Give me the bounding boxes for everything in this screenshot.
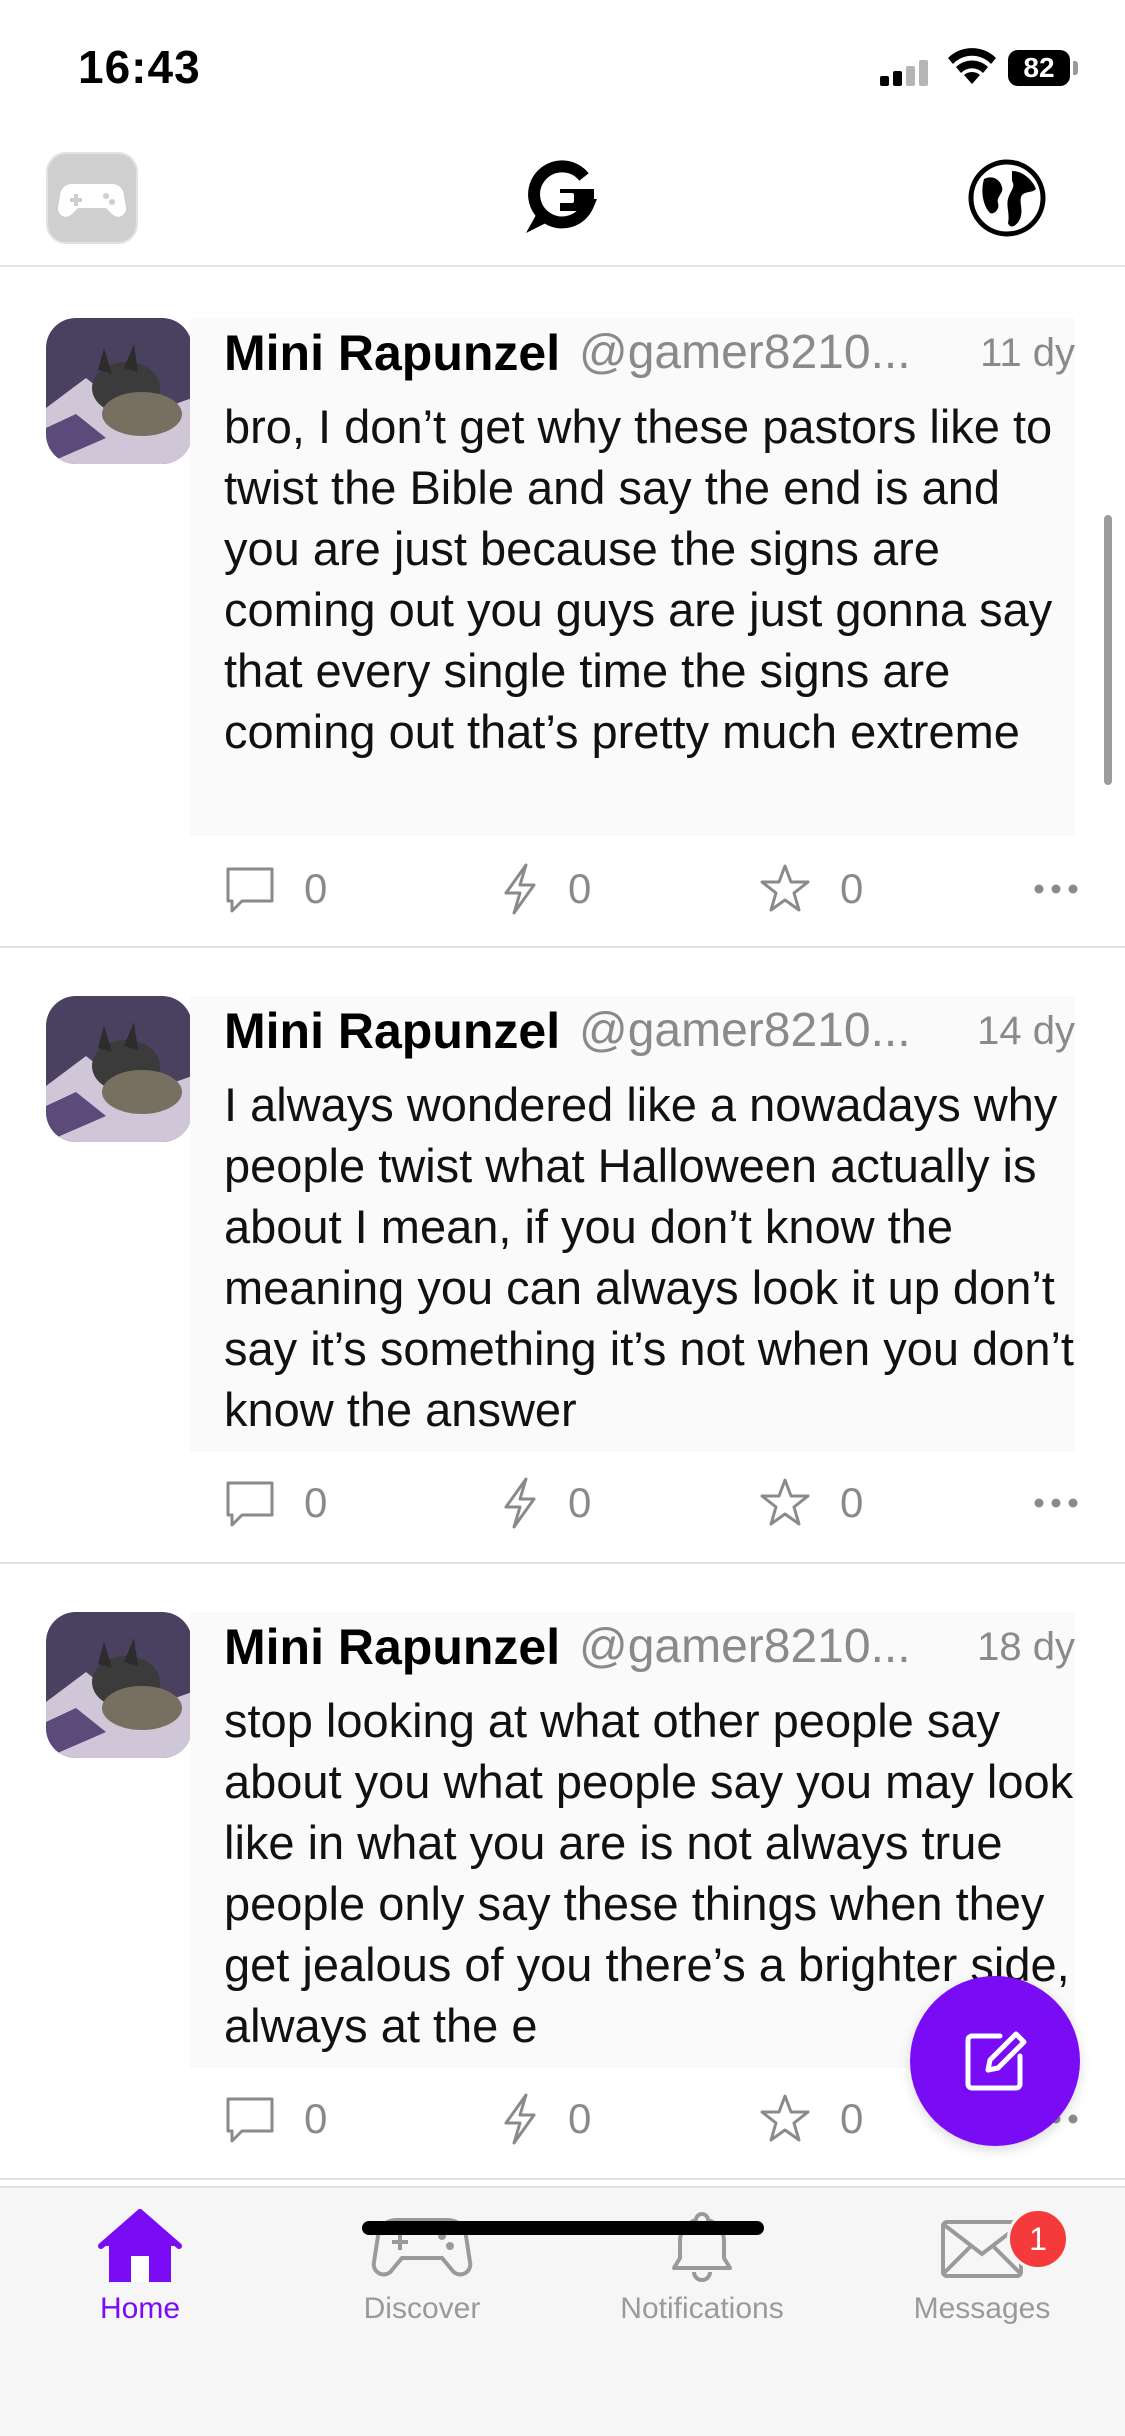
lightning-icon — [504, 863, 536, 915]
home-icon — [98, 2209, 182, 2282]
avatar[interactable] — [46, 1612, 192, 1758]
reply-icon — [226, 1481, 274, 1527]
tab-label: Home — [99, 2292, 181, 2325]
star-icon — [760, 864, 810, 912]
reply-button[interactable]: 0 — [224, 854, 327, 924]
post-timestamp: 14 dy — [977, 1009, 1075, 1053]
boost-button[interactable]: 0 — [500, 2084, 591, 2154]
avatar[interactable] — [46, 318, 192, 464]
post-body[interactable]: Mini Rapunzel @gamer8210... 11 dy bro, I… — [190, 318, 1075, 836]
avatar-image — [46, 996, 192, 1142]
tab-home[interactable]: Home — [30, 2208, 250, 2338]
game-controller-icon — [57, 184, 127, 217]
reply-count: 0 — [304, 1479, 328, 1526]
more-icon — [1034, 884, 1078, 894]
author-handle: @gamer8210... — [579, 1620, 911, 1673]
tab-messages[interactable]: Messages 1 — [872, 2208, 1092, 2338]
post-header: Mini Rapunzel @gamer8210... 11 dy — [224, 318, 1075, 388]
author-name[interactable]: Mini Rapunzel — [224, 1612, 560, 1682]
favorite-button[interactable]: 0 — [758, 2084, 863, 2154]
game-controller-button[interactable] — [46, 152, 138, 244]
app-logo — [526, 160, 597, 233]
status-bar: 16:43 82 — [0, 0, 1125, 135]
globe-icon[interactable] — [966, 157, 1048, 239]
more-icon — [1034, 1498, 1078, 1508]
star-icon — [760, 2094, 810, 2142]
tab-label: Discover — [363, 2292, 481, 2325]
post-text: bro, I don’t get why these pastors like … — [224, 400, 1053, 758]
bell-icon — [672, 2212, 732, 2282]
status-time: 16:43 — [78, 41, 201, 93]
boost-count: 0 — [568, 865, 592, 912]
home-indicator — [362, 2221, 764, 2235]
compose-icon — [965, 2031, 1027, 2091]
author-name[interactable]: Mini Rapunzel — [224, 318, 560, 388]
avatar-image — [46, 1612, 192, 1758]
favorite-count: 0 — [840, 2095, 864, 2142]
lightning-icon — [504, 2093, 536, 2145]
reply-icon — [226, 2097, 274, 2143]
post-body[interactable]: Mini Rapunzel @gamer8210... 14 dy I alwa… — [190, 996, 1075, 1452]
lightning-icon — [504, 1477, 536, 1529]
star-icon — [760, 1478, 810, 1526]
post-actions: 0 0 0 — [224, 1468, 1084, 1538]
post-timestamp: 11 dy — [980, 331, 1075, 375]
author-handle: @gamer8210... — [579, 1004, 911, 1057]
battery-level: 82 — [1008, 50, 1070, 86]
boost-button[interactable]: 0 — [500, 854, 591, 924]
post-actions: 0 0 0 — [224, 854, 1084, 924]
battery-indicator: 82 — [1008, 50, 1078, 86]
favorite-button[interactable]: 0 — [758, 854, 863, 924]
reply-button[interactable]: 0 — [224, 2084, 327, 2154]
avatar[interactable] — [46, 996, 192, 1142]
reply-icon — [226, 867, 274, 913]
boost-count: 0 — [568, 1479, 592, 1526]
more-options-button[interactable] — [1028, 854, 1084, 924]
post-timestamp: 18 dy — [977, 1625, 1075, 1669]
timeline-feed[interactable]: Mini Rapunzel @gamer8210... 11 dy bro, I… — [0, 268, 1125, 2186]
author-name[interactable]: Mini Rapunzel — [224, 996, 560, 1066]
battery-cap — [1073, 61, 1078, 75]
author-handle: @gamer8210... — [579, 326, 911, 379]
avatar-image — [46, 318, 192, 464]
favorite-button[interactable]: 0 — [758, 1468, 863, 1538]
reply-count: 0 — [304, 2095, 328, 2142]
boost-button[interactable]: 0 — [500, 1468, 591, 1538]
tab-label: Notifications — [620, 2292, 784, 2325]
boost-count: 0 — [568, 2095, 592, 2142]
post-header: Mini Rapunzel @gamer8210... 14 dy — [224, 996, 1075, 1066]
favorite-count: 0 — [840, 1479, 864, 1526]
post-card[interactable]: Mini Rapunzel @gamer8210... 14 dy I alwa… — [0, 948, 1125, 1564]
post-card[interactable]: Mini Rapunzel @gamer8210... 11 dy bro, I… — [0, 268, 1125, 948]
top-navigation-bar — [0, 135, 1125, 267]
favorite-count: 0 — [840, 865, 864, 912]
post-header: Mini Rapunzel @gamer8210... 18 dy — [224, 1612, 1075, 1682]
wifi-icon — [948, 48, 996, 84]
cellular-signal-icon — [880, 60, 928, 86]
more-options-button[interactable] — [1028, 1468, 1084, 1538]
game-controller-icon — [371, 2217, 473, 2277]
reply-count: 0 — [304, 865, 328, 912]
tab-label: Messages — [913, 2292, 1051, 2325]
unread-badge: 1 — [1007, 2208, 1069, 2270]
reply-button[interactable]: 0 — [224, 1468, 327, 1538]
scroll-indicator[interactable] — [1104, 515, 1112, 785]
compose-button[interactable] — [910, 1976, 1080, 2146]
post-text: I always wondered like a nowadays why pe… — [224, 1078, 1074, 1436]
